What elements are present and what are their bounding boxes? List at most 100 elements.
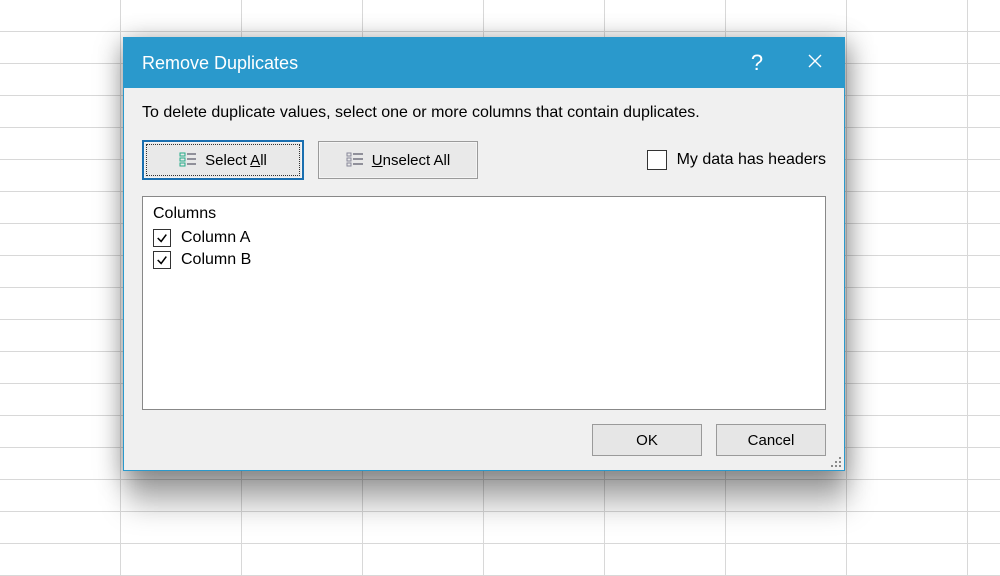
unselect-all-icon — [346, 151, 364, 169]
sheet-cell[interactable] — [847, 128, 968, 160]
sheet-cell[interactable] — [968, 320, 1000, 352]
sheet-cell[interactable] — [968, 512, 1000, 544]
sheet-cell[interactable] — [0, 320, 121, 352]
toolbar: Select All Unselect All — [142, 136, 826, 196]
sheet-cell[interactable] — [363, 512, 484, 544]
sheet-cell[interactable] — [242, 512, 363, 544]
sheet-cell[interactable] — [605, 544, 726, 576]
sheet-cell[interactable] — [968, 416, 1000, 448]
dialog-footer: OK Cancel — [142, 410, 826, 456]
sheet-cell[interactable] — [726, 0, 847, 32]
sheet-cell[interactable] — [968, 480, 1000, 512]
sheet-cell[interactable] — [726, 544, 847, 576]
sheet-cell[interactable] — [968, 384, 1000, 416]
sheet-cell[interactable] — [0, 544, 121, 576]
sheet-cell[interactable] — [121, 544, 242, 576]
sheet-cell[interactable] — [847, 224, 968, 256]
column-list-item[interactable]: Column A — [153, 227, 815, 249]
sheet-cell[interactable] — [847, 160, 968, 192]
sheet-cell[interactable] — [0, 96, 121, 128]
column-checkbox[interactable] — [153, 251, 171, 269]
headers-checkbox-box — [647, 150, 667, 170]
sheet-cell[interactable] — [484, 544, 605, 576]
ok-button[interactable]: OK — [592, 424, 702, 456]
sheet-cell[interactable] — [242, 0, 363, 32]
sheet-cell[interactable] — [847, 256, 968, 288]
sheet-cell[interactable] — [0, 224, 121, 256]
close-button[interactable] — [786, 38, 844, 88]
remove-duplicates-dialog: Remove Duplicates ? To delete duplicate … — [123, 37, 845, 471]
sheet-cell[interactable] — [968, 128, 1000, 160]
sheet-cell[interactable] — [484, 512, 605, 544]
sheet-cell[interactable] — [968, 192, 1000, 224]
cancel-button[interactable]: Cancel — [716, 424, 826, 456]
sheet-cell[interactable] — [847, 32, 968, 64]
sheet-cell[interactable] — [847, 416, 968, 448]
dialog-body: To delete duplicate values, select one o… — [124, 88, 844, 470]
sheet-cell[interactable] — [0, 512, 121, 544]
sheet-cell[interactable] — [968, 32, 1000, 64]
sheet-cell[interactable] — [968, 544, 1000, 576]
column-label: Column A — [181, 229, 250, 247]
sheet-cell[interactable] — [968, 256, 1000, 288]
columns-listbox[interactable]: Columns Column AColumn B — [142, 196, 826, 410]
sheet-cell[interactable] — [847, 192, 968, 224]
select-all-icon — [179, 151, 197, 169]
close-icon — [807, 52, 823, 75]
resize-grip[interactable] — [828, 454, 842, 468]
unselect-all-label: Unselect All — [372, 152, 450, 169]
sheet-cell[interactable] — [0, 128, 121, 160]
titlebar[interactable]: Remove Duplicates ? — [124, 38, 844, 88]
column-checkbox[interactable] — [153, 229, 171, 247]
sheet-cell[interactable] — [242, 544, 363, 576]
sheet-cell[interactable] — [847, 64, 968, 96]
sheet-cell[interactable] — [847, 544, 968, 576]
sheet-cell[interactable] — [0, 0, 121, 32]
sheet-cell[interactable] — [968, 224, 1000, 256]
sheet-cell[interactable] — [484, 0, 605, 32]
sheet-cell[interactable] — [847, 320, 968, 352]
my-data-has-headers-checkbox[interactable]: My data has headers — [647, 150, 826, 170]
unselect-all-button[interactable]: Unselect All — [318, 141, 478, 179]
sheet-cell[interactable] — [847, 448, 968, 480]
sheet-cell[interactable] — [968, 160, 1000, 192]
sheet-cell[interactable] — [968, 0, 1000, 32]
sheet-cell[interactable] — [605, 0, 726, 32]
help-button[interactable]: ? — [728, 38, 786, 88]
sheet-cell[interactable] — [0, 352, 121, 384]
sheet-cell[interactable] — [0, 256, 121, 288]
sheet-cell[interactable] — [121, 512, 242, 544]
sheet-cell[interactable] — [968, 448, 1000, 480]
sheet-cell[interactable] — [363, 0, 484, 32]
sheet-cell[interactable] — [363, 544, 484, 576]
sheet-cell[interactable] — [847, 352, 968, 384]
sheet-cell[interactable] — [847, 480, 968, 512]
sheet-cell[interactable] — [0, 160, 121, 192]
sheet-cell[interactable] — [847, 512, 968, 544]
sheet-cell[interactable] — [847, 96, 968, 128]
sheet-cell[interactable] — [968, 64, 1000, 96]
sheet-cell[interactable] — [968, 288, 1000, 320]
sheet-cell[interactable] — [847, 0, 968, 32]
instruction-text: To delete duplicate values, select one o… — [142, 104, 826, 122]
sheet-cell[interactable] — [968, 96, 1000, 128]
sheet-row — [0, 512, 1000, 544]
sheet-cell[interactable] — [0, 64, 121, 96]
select-all-label: Select All — [205, 152, 267, 169]
sheet-cell[interactable] — [0, 192, 121, 224]
sheet-cell[interactable] — [0, 32, 121, 64]
sheet-cell[interactable] — [0, 416, 121, 448]
sheet-cell[interactable] — [0, 448, 121, 480]
sheet-cell[interactable] — [121, 0, 242, 32]
sheet-cell[interactable] — [0, 288, 121, 320]
sheet-cell[interactable] — [0, 384, 121, 416]
sheet-cell[interactable] — [847, 384, 968, 416]
column-list-item[interactable]: Column B — [153, 249, 815, 271]
sheet-cell[interactable] — [0, 480, 121, 512]
sheet-cell[interactable] — [968, 352, 1000, 384]
sheet-cell[interactable] — [847, 288, 968, 320]
select-all-button[interactable]: Select All — [142, 140, 304, 180]
sheet-cell[interactable] — [605, 512, 726, 544]
sheet-cell[interactable] — [726, 512, 847, 544]
sheet-row — [0, 0, 1000, 32]
